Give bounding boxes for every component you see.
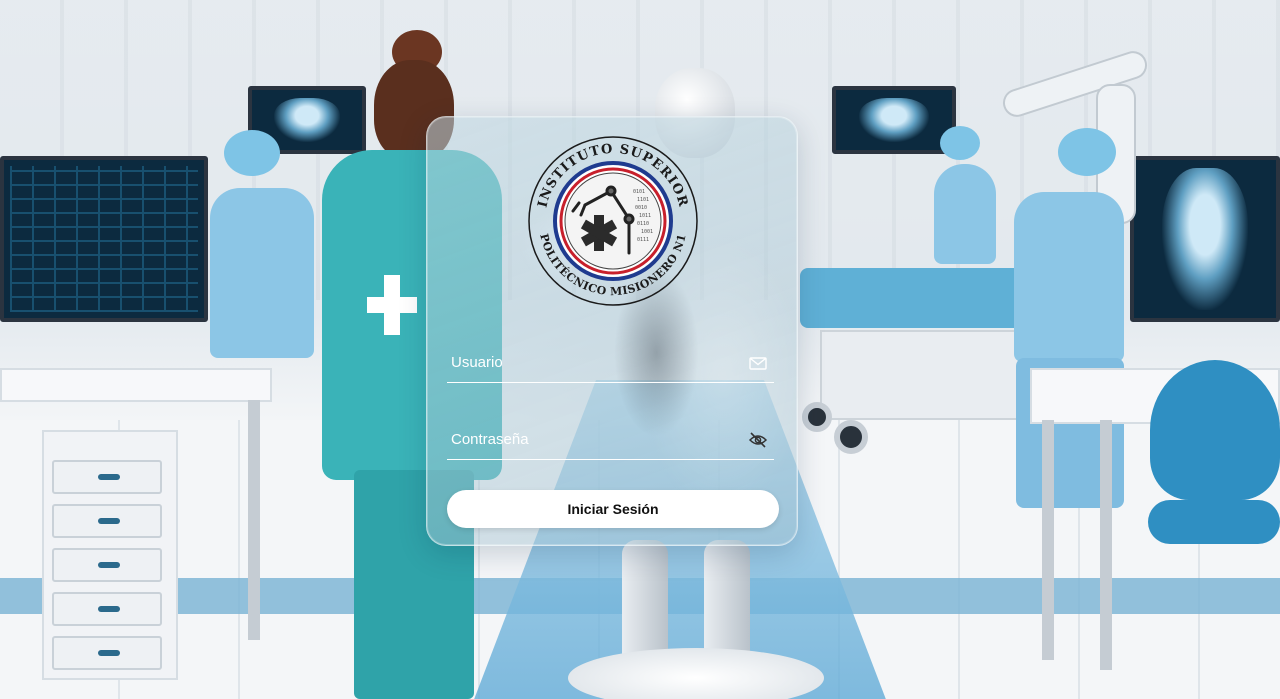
- chair: [1150, 360, 1280, 500]
- password-input[interactable]: [451, 420, 736, 458]
- monitor-xray-right: [1130, 156, 1280, 322]
- monitor-left: [0, 156, 208, 322]
- svg-text:0111: 0111: [637, 237, 649, 243]
- svg-text:1101: 1101: [637, 197, 649, 203]
- robot-pedestal: [568, 648, 824, 699]
- password-field: [447, 420, 774, 460]
- mail-icon: [749, 357, 767, 370]
- svg-text:0110: 0110: [637, 221, 649, 227]
- doctor-seated-left: [200, 130, 320, 430]
- login-button[interactable]: Iniciar Sesión: [447, 490, 779, 528]
- svg-text:0010: 0010: [635, 205, 647, 211]
- svg-text:0101: 0101: [633, 189, 645, 195]
- drawer-cabinet: [42, 430, 178, 680]
- doctor-seated-right: [1010, 128, 1140, 508]
- svg-text:1001: 1001: [641, 229, 653, 235]
- institute-logo: 0101 1101 0010 1011 0110 1001 0111 INSTITUT…: [525, 133, 701, 309]
- username-input[interactable]: [451, 343, 736, 381]
- eye-slash-icon[interactable]: [748, 431, 768, 449]
- username-field: [447, 343, 774, 383]
- login-card: 0101 1101 0010 1011 0110 1001 0111 INSTITUT…: [426, 116, 798, 546]
- svg-text:1011: 1011: [639, 213, 651, 219]
- nurse-standing-right: [930, 126, 1000, 276]
